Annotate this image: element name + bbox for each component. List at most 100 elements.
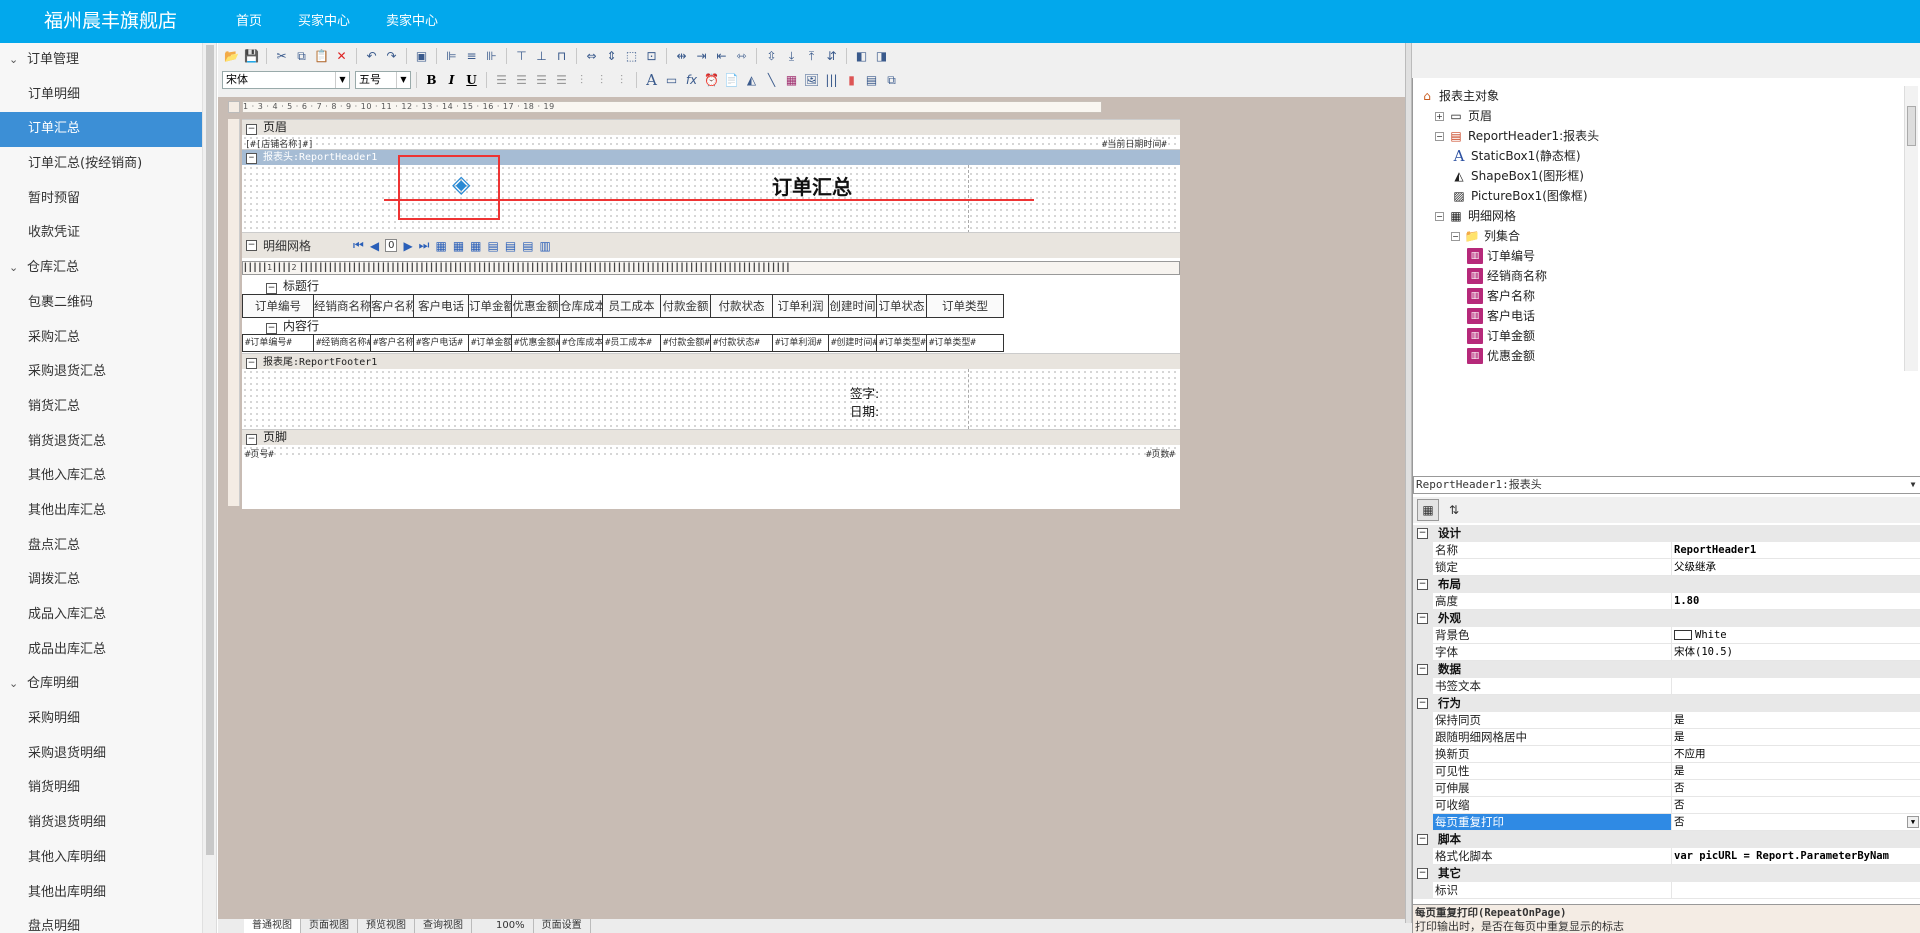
collapse-icon[interactable]: − <box>1435 131 1444 141</box>
report-title[interactable]: 订单汇总 <box>772 171 852 200</box>
property-row[interactable]: 标识 <box>1413 882 1920 899</box>
font-name-select[interactable]: 宋体 ▼ <box>222 71 350 89</box>
property-value[interactable]: 否 <box>1671 797 1920 814</box>
property-value[interactable]: White <box>1671 627 1920 644</box>
report-footer-area[interactable]: 签字: 日期: <box>242 369 1180 429</box>
sidebar-group[interactable]: ⌄ 订单管理 <box>0 43 202 78</box>
tree-node[interactable]: − 📁 列集合 <box>1451 226 1520 246</box>
property-row[interactable]: 锁定 父级继承 <box>1413 559 1920 576</box>
text-justify-icon[interactable]: ☰ <box>552 71 571 89</box>
text-valign-bottom-icon[interactable]: ⫶ <box>612 71 631 89</box>
insert-date-icon[interactable]: ⏰ <box>702 71 721 89</box>
tree-node[interactable]: ⌂ 报表主对象 <box>1419 86 1499 106</box>
sidebar-item[interactable]: 其他出库明细 <box>0 876 202 911</box>
band-page-header[interactable]: − 页眉 <box>242 119 1180 135</box>
collapse-icon[interactable]: − <box>266 323 277 334</box>
undo-icon[interactable]: ↶ <box>362 47 381 65</box>
align-center-icon[interactable]: ≡ <box>462 47 481 65</box>
first-page-icon[interactable]: ⏮ <box>353 238 364 253</box>
insert-richtext-icon[interactable]: ▦ <box>782 71 801 89</box>
tree-node[interactable]: + ▭ 页眉 <box>1435 106 1492 126</box>
collapse-icon[interactable]: − <box>1417 664 1428 675</box>
tree-node[interactable]: − ▤ ReportHeader1:报表头 <box>1435 126 1599 146</box>
tree-node[interactable]: ▥ 优惠金额 <box>1467 346 1535 366</box>
bring-front-icon[interactable]: ◧ <box>852 47 871 65</box>
property-row[interactable]: 换新页 不应用 <box>1413 746 1920 763</box>
sidebar-item[interactable]: 采购汇总 <box>0 321 202 356</box>
property-category[interactable]: − 外观 <box>1413 610 1920 627</box>
tree-node[interactable]: − ▦ 明细网格 <box>1435 206 1516 226</box>
text-align-left-icon[interactable]: ☰ <box>492 71 511 89</box>
sidebar-item[interactable]: 销货明细 <box>0 771 202 806</box>
expand-icon[interactable]: + <box>1435 111 1444 121</box>
tab-page-setup[interactable]: 页面设置 <box>534 919 591 933</box>
align-bottom-icon[interactable]: ⊓ <box>552 47 571 65</box>
collapse-icon[interactable]: − <box>246 434 257 445</box>
fit-size-icon[interactable]: ⊡ <box>642 47 661 65</box>
insert-barcode-icon[interactable]: ||| <box>822 71 841 89</box>
insert-picture-icon[interactable]: 🖼 <box>802 71 821 89</box>
tree-node[interactable]: ▥ 经销商名称 <box>1467 266 1547 286</box>
v-spacing-dec-icon[interactable]: ⤒ <box>802 47 821 65</box>
sidebar-group[interactable]: ⌄ 仓库汇总 <box>0 251 202 286</box>
grid-tool-4-icon[interactable]: ▤ <box>488 239 499 253</box>
property-value[interactable]: 父级继承 <box>1671 559 1920 576</box>
sidebar-item[interactable]: 盘点汇总 <box>0 529 202 564</box>
sidebar-scrollbar[interactable] <box>203 43 217 933</box>
tree-node[interactable]: ▥ 客户电话 <box>1467 306 1535 326</box>
redo-icon[interactable]: ↷ <box>382 47 401 65</box>
last-page-icon[interactable]: ⏭ <box>419 238 430 253</box>
property-value[interactable]: ReportHeader1 <box>1671 542 1920 559</box>
zoom-level[interactable]: 100% <box>472 919 534 933</box>
cut-icon[interactable]: ✂ <box>272 47 291 65</box>
property-value[interactable]: 是 <box>1671 729 1920 746</box>
align-left-icon[interactable]: ⊫ <box>442 47 461 65</box>
h-spacing-dec-icon[interactable]: ⇤ <box>712 47 731 65</box>
property-row[interactable]: 高度 1.80 <box>1413 593 1920 610</box>
text-align-right-icon[interactable]: ☰ <box>532 71 551 89</box>
grid-tool-2-icon[interactable]: ▦ <box>453 239 464 253</box>
content-row-label[interactable]: − 内容行 <box>266 318 319 334</box>
tree-scroll-thumb[interactable] <box>1907 106 1916 146</box>
page-count-field[interactable]: #页数# <box>1146 447 1175 460</box>
content-cell[interactable]: #付款金额# <box>661 334 711 352</box>
save-icon[interactable]: 💾 <box>242 47 261 65</box>
align-middle-icon[interactable]: ⊥ <box>532 47 551 65</box>
column-header[interactable]: 优惠金额 <box>512 294 560 318</box>
tab-normal-view[interactable]: 普通视图 <box>244 919 301 933</box>
column-header[interactable]: 经销商名称 <box>314 294 371 318</box>
chevron-down-icon[interactable]: ▼ <box>1907 816 1919 828</box>
sidebar-item[interactable]: 其他出库汇总 <box>0 494 202 529</box>
tab-query-view[interactable]: 查询视图 <box>415 919 472 933</box>
content-cell[interactable]: #客户名称# <box>371 334 414 352</box>
collapse-icon[interactable]: − <box>1417 579 1428 590</box>
column-header[interactable]: 付款金额 <box>661 294 711 318</box>
content-cell[interactable]: #优惠金额# <box>512 334 560 352</box>
column-header[interactable]: 订单类型 <box>927 294 1004 318</box>
nav-home[interactable]: 首页 <box>218 0 280 43</box>
page-header-area[interactable]: [#[店铺名称]#] #当前日期时间# <box>242 135 1180 150</box>
sidebar-item[interactable]: 订单明细 <box>0 78 202 113</box>
sidebar-item[interactable]: 成品出库汇总 <box>0 633 202 668</box>
collapse-icon[interactable]: − <box>246 153 257 164</box>
sidebar-item[interactable]: 采购明细 <box>0 702 202 737</box>
insert-chart-icon[interactable]: ▮ <box>842 71 861 89</box>
sidebar-group[interactable]: ⌄ 仓库明细 <box>0 667 202 702</box>
panel-splitter[interactable] <box>1405 43 1412 923</box>
property-row[interactable]: 背景色 White <box>1413 627 1920 644</box>
tab-page-view[interactable]: 页面视图 <box>301 919 358 933</box>
content-cell[interactable]: #员工成本# <box>603 334 661 352</box>
property-value[interactable]: 是 <box>1671 763 1920 780</box>
band-page-footer[interactable]: − 页脚 <box>242 429 1180 445</box>
property-category[interactable]: − 行为 <box>1413 695 1920 712</box>
send-back-icon[interactable]: ◨ <box>872 47 891 65</box>
property-row[interactable]: 字体 宋体(10.5) <box>1413 644 1920 661</box>
sidebar-item[interactable]: 订单汇总 <box>0 112 202 148</box>
v-spacing-equal-icon[interactable]: ⇳ <box>762 47 781 65</box>
collapse-icon[interactable]: − <box>1451 231 1460 241</box>
property-value[interactable]: 是 <box>1671 712 1920 729</box>
tree-node[interactable]: ◭ ShapeBox1(图形框) <box>1451 166 1584 186</box>
v-spacing-inc-icon[interactable]: ⤓ <box>782 47 801 65</box>
sidebar-item[interactable]: 销货退货明细 <box>0 806 202 841</box>
sort-alpha-icon[interactable]: ⇅ <box>1443 499 1465 521</box>
